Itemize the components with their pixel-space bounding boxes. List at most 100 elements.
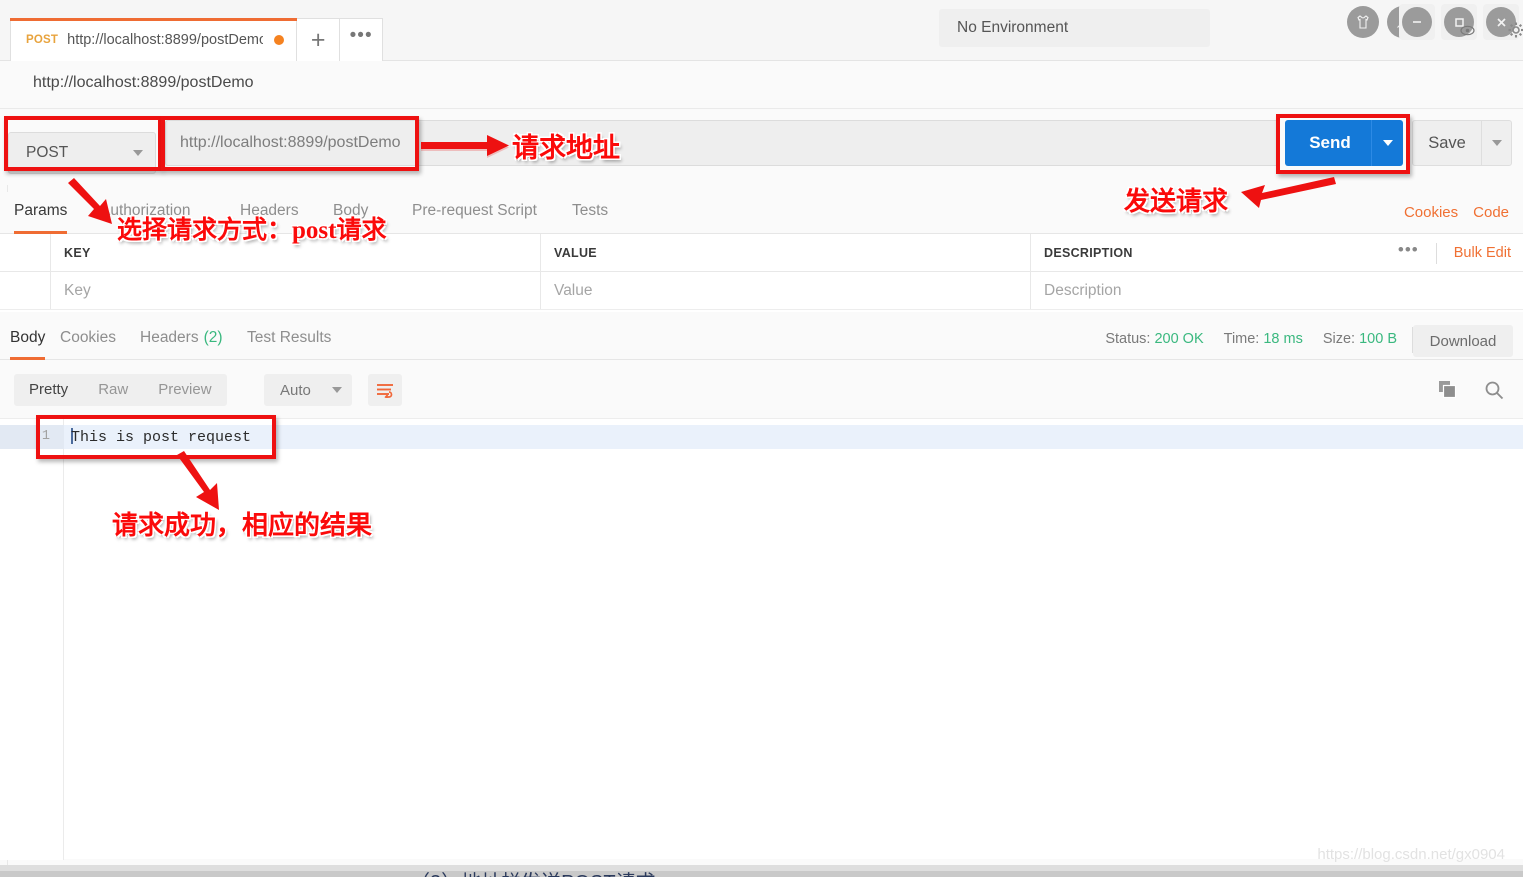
method-select[interactable]: POST xyxy=(8,132,156,174)
header-value: VALUE xyxy=(541,234,1031,271)
request-tab[interactable]: POST http://localhost:8899/postDemo xyxy=(10,18,298,61)
minimize-button[interactable] xyxy=(1399,4,1435,40)
time-value: 18 ms xyxy=(1263,331,1303,347)
status-value: 200 OK xyxy=(1154,331,1204,347)
response-tab-test-results[interactable]: Test Results xyxy=(247,312,331,360)
params-table: KEY VALUE DESCRIPTION ••• Bulk Edit Key … xyxy=(0,234,1523,312)
send-options-button[interactable] xyxy=(1371,120,1403,166)
copy-icon[interactable] xyxy=(1438,380,1457,404)
response-tab-body-label: Body xyxy=(10,329,46,346)
row-value-input[interactable]: Value xyxy=(541,272,1031,309)
tab-body-label: Body xyxy=(333,202,369,219)
params-more-button[interactable]: ••• xyxy=(1398,240,1419,267)
response-meta: Status: 200 OK Time: 18 ms Size: 100 B xyxy=(1105,331,1397,347)
tab-body[interactable]: Body xyxy=(333,192,368,234)
response-tab-cookies[interactable]: Cookies xyxy=(60,312,116,360)
breadcrumb: http://localhost:8899/postDemo xyxy=(0,61,1523,109)
wrap-lines-icon[interactable] xyxy=(368,374,402,406)
response-text: This is post request xyxy=(71,429,252,446)
tab-authorization-label: Authorization xyxy=(100,202,191,219)
line-number-gutter xyxy=(0,419,64,860)
maximize-button[interactable] xyxy=(1441,4,1477,40)
response-body-viewer[interactable]: 1 This is post request xyxy=(0,418,1523,860)
time-group: Time: 18 ms xyxy=(1224,331,1303,347)
environment-selector[interactable]: No Environment xyxy=(939,9,1210,47)
tab-params[interactable]: Params xyxy=(14,192,68,234)
response-body-toolbar: Pretty Raw Preview Auto xyxy=(0,360,1523,418)
tab-params-label: Params xyxy=(14,202,68,219)
status-group: Status: 200 OK xyxy=(1105,331,1203,347)
new-tab-button[interactable]: + xyxy=(297,18,341,61)
send-button[interactable]: Send xyxy=(1285,120,1403,166)
format-value: Auto xyxy=(280,381,311,399)
environment-label: No Environment xyxy=(957,19,1069,36)
params-table-header: KEY VALUE DESCRIPTION ••• Bulk Edit xyxy=(0,234,1523,272)
tab-authorization[interactable]: Authorization xyxy=(100,192,190,234)
page-caption-cutoff: （3）地址栏发送POST请求 xyxy=(410,866,656,877)
bulk-edit-button[interactable]: Bulk Edit xyxy=(1454,245,1511,261)
response-tab-headers[interactable]: Headers (2) xyxy=(140,312,223,360)
size-group: Size: 100 B xyxy=(1323,331,1397,347)
url-input[interactable]: http://localhost:8899/postDemo xyxy=(165,120,1279,166)
chevron-down-icon xyxy=(332,387,342,393)
tab-headers-label: Headers xyxy=(240,202,299,219)
cookies-link[interactable]: Cookies xyxy=(1404,204,1458,221)
postman-window: POST http://localhost:8899/postDemo + ••… xyxy=(0,0,1523,877)
tab-pre-request-script-label: Pre-request Script xyxy=(412,202,537,219)
response-tab-cookies-label: Cookies xyxy=(60,329,116,346)
download-button[interactable]: Download xyxy=(1413,325,1513,357)
unsaved-indicator-icon xyxy=(274,35,285,45)
tab-tests-label: Tests xyxy=(572,202,609,219)
response-tab-headers-label: Headers xyxy=(140,329,199,346)
window-controls xyxy=(1399,4,1523,40)
tab-options-button[interactable]: ••• xyxy=(340,18,384,61)
response-tabs: Body Cookies Headers (2) Test Results St… xyxy=(0,312,1523,360)
time-label: Time: xyxy=(1223,331,1260,347)
eye-icon xyxy=(1460,23,1475,39)
format-select[interactable]: Auto xyxy=(264,374,352,406)
status-bar-inner xyxy=(0,871,1523,877)
params-header-actions: ••• Bulk Edit xyxy=(1398,234,1511,272)
save-button[interactable]: Save xyxy=(1412,120,1512,166)
tab-pre-request-script[interactable]: Pre-request Script xyxy=(412,192,537,234)
table-row[interactable]: Key Value Description xyxy=(0,272,1523,310)
request-tab-method: POST xyxy=(26,34,59,46)
send-button-label: Send xyxy=(1309,133,1351,152)
save-options-button[interactable] xyxy=(1481,121,1511,165)
code-link[interactable]: Code xyxy=(1473,204,1509,221)
divider xyxy=(1435,242,1437,264)
row-key-input[interactable]: Key xyxy=(51,272,541,309)
size-label: Size: xyxy=(1322,331,1356,347)
tab-headers[interactable]: Headers xyxy=(240,192,299,234)
line-text: This is post request xyxy=(64,428,251,446)
top-bar: POST http://localhost:8899/postDemo + ••… xyxy=(0,0,1523,61)
close-button[interactable] xyxy=(1483,4,1523,40)
request-links: Cookies Code xyxy=(1404,204,1509,221)
tab-tests[interactable]: Tests xyxy=(572,192,608,234)
chevron-down-icon xyxy=(133,150,143,156)
breadcrumb-text: http://localhost:8899/postDemo xyxy=(33,74,254,91)
url-value: http://localhost:8899/postDemo xyxy=(180,134,401,151)
header-checkbox-cell xyxy=(0,234,51,271)
header-key: KEY xyxy=(51,234,541,271)
view-pretty[interactable]: Pretty xyxy=(14,374,83,406)
response-tab-test-results-label: Test Results xyxy=(247,329,332,346)
code-line: 1 This is post request xyxy=(0,425,1523,449)
gear-icon[interactable] xyxy=(1507,21,1523,44)
response-tab-body[interactable]: Body xyxy=(10,312,46,360)
request-tab-strip: POST http://localhost:8899/postDemo + ••… xyxy=(10,18,384,61)
row-description-input[interactable]: Description xyxy=(1031,272,1523,309)
response-headers-count: (2) xyxy=(203,329,223,346)
view-raw[interactable]: Raw xyxy=(83,374,143,406)
view-preview[interactable]: Preview xyxy=(143,374,226,406)
row-checkbox-cell[interactable] xyxy=(0,272,51,309)
status-label: Status: xyxy=(1105,331,1151,347)
method-value: POST xyxy=(26,144,69,161)
watermark: https://blog.csdn.net/gx0904 xyxy=(1317,846,1505,863)
shirt-icon[interactable] xyxy=(1347,6,1379,38)
request-tab-url: http://localhost:8899/postDemo xyxy=(67,32,264,48)
search-icon[interactable] xyxy=(1484,380,1504,405)
save-button-label: Save xyxy=(1428,133,1466,152)
view-mode-group: Pretty Raw Preview xyxy=(14,374,227,406)
request-tabs: Params Authorization Headers Body Pre-re… xyxy=(0,192,1523,234)
